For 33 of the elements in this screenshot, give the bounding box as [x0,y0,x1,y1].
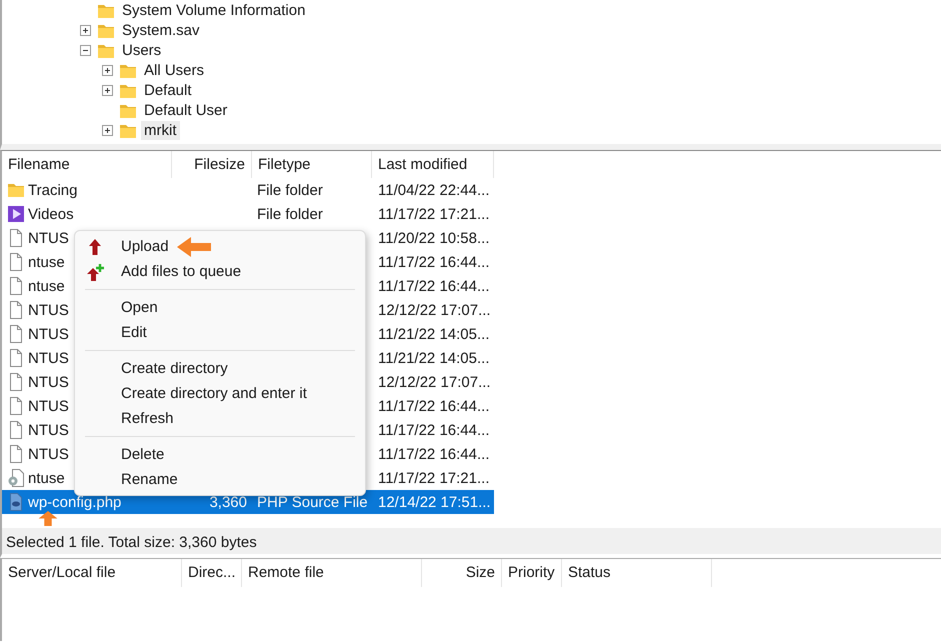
filename: ntuse [28,278,65,294]
last-modified: 11/17/22 17:21... [378,470,490,486]
last-modified: 12/12/22 17:07... [378,374,491,390]
last-modified: 11/17/22 16:44... [378,422,490,438]
filename: NTUS [28,422,69,438]
last-modified: 11/17/22 16:44... [378,254,490,270]
last-modified: 11/04/22 22:44... [378,182,490,198]
filename: NTUS [28,230,69,246]
filename: NTUS [28,374,69,390]
filename: NTUS [28,398,69,414]
last-modified: 12/12/22 17:07... [378,302,491,318]
status-text: Selected 1 file. Total size: 3,360 bytes [0,528,941,558]
last-modified: 11/17/22 16:44... [378,398,490,414]
filename: ntuse [28,254,65,270]
last-modified: 11/21/22 14:05... [378,326,490,342]
filename: Videos [28,206,74,222]
filetype: PHP Source File [257,494,368,510]
last-modified: 11/20/22 10:58... [378,230,490,246]
filename: ntuse [28,470,65,486]
last-modified: 11/21/22 14:05... [378,350,490,366]
filename: NTUS [28,326,69,342]
filename: wp-config.php [28,494,122,510]
filesize: 3,360 [209,494,247,510]
filename: NTUS [28,302,69,318]
last-modified: 11/17/22 16:44... [378,278,490,294]
last-modified: 11/17/22 17:21... [378,206,490,222]
filename: NTUS [28,350,69,366]
last-modified: 12/14/22 17:51... [378,494,491,510]
last-modified: 11/17/22 16:44... [378,446,490,462]
filename: NTUS [28,446,69,462]
filetype: File folder [257,206,323,222]
filename: Tracing [28,182,78,198]
filetype: File folder [257,182,323,198]
